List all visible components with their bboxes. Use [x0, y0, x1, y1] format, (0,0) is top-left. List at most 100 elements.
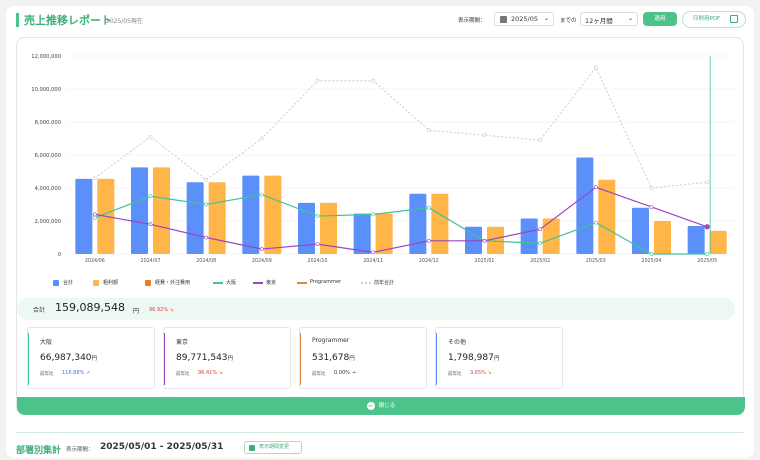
change-period-label: 表示期間変更	[259, 444, 290, 450]
legend-swatch	[145, 280, 151, 286]
apply-button[interactable]: 適用	[643, 12, 677, 26]
range-value: 12ヶ月間	[585, 17, 613, 25]
legend-label: 経費・外注費用	[155, 280, 191, 286]
region-change: 0.00% →	[334, 370, 356, 376]
point-osaka	[315, 214, 320, 218]
bar-total	[353, 213, 371, 254]
point-prev	[371, 78, 376, 83]
x-tick-label: 2025/01	[475, 258, 495, 264]
legend-swatch	[53, 280, 59, 286]
calendar-icon	[500, 16, 507, 23]
close-button[interactable]: − 閉じる	[17, 397, 745, 415]
region-change: 116.88% ↗	[62, 370, 91, 376]
point-osaka	[593, 220, 598, 225]
region-card: 大阪 66,987,340円 前年比 116.88% ↗	[27, 327, 155, 389]
point-tokyo	[259, 247, 264, 251]
bar-gross	[487, 226, 504, 254]
bar-gross	[542, 218, 560, 254]
region-unit: 円	[227, 356, 234, 362]
chart-card: 0 2,000,000 4,000,000 6,000,000 8,000,000 10,…	[16, 37, 745, 415]
close-label: 閉じる	[378, 403, 396, 409]
legend-line	[253, 282, 263, 284]
region-unit: 円	[349, 356, 355, 362]
x-tick-label: 2024/11	[363, 258, 383, 264]
region-change: 3.65% ↘	[470, 370, 492, 376]
legend-line	[361, 282, 371, 284]
point-prev	[649, 186, 654, 190]
title-accent	[16, 13, 19, 27]
region-prev-label: 前年比	[312, 372, 326, 377]
x-tick-label: 2024/10	[308, 258, 328, 264]
point-prev	[259, 136, 264, 141]
point-osaka	[148, 194, 153, 199]
bar-gross	[264, 175, 282, 254]
point-prev	[92, 176, 97, 181]
y-tick-label: 2,000,000	[35, 219, 61, 225]
legend-label: 東京	[266, 280, 277, 286]
x-tick-label: 2024/09	[252, 258, 272, 264]
point-tokyo	[148, 222, 153, 227]
x-tick-label: 2024/12	[419, 258, 439, 264]
region-value: 89,771,543円	[176, 353, 234, 363]
point-osaka	[649, 252, 654, 256]
x-tick-label: 2025/03	[586, 258, 606, 264]
x-tick-label: 2025/05	[697, 258, 717, 264]
y-tick-label: 10,000,000	[31, 87, 61, 93]
bar-total	[409, 193, 427, 254]
legend-label: 粗利額	[103, 280, 119, 286]
legend-line	[297, 282, 307, 284]
bar-gross	[654, 221, 671, 254]
total-unit: 円	[133, 308, 140, 315]
point-tokyo	[649, 205, 654, 209]
section-title: 部署別集計	[16, 446, 62, 456]
x-tick-label: 2024/08	[196, 258, 216, 264]
point-prev	[315, 78, 320, 83]
section-period-label: 表示期間：	[66, 447, 94, 453]
print-pdf-button[interactable]: 印刷用PDF	[682, 11, 746, 28]
sales-chart: 0 2,000,000 4,000,000 6,000,000 8,000,000 10,…	[31, 54, 735, 264]
bar-total	[131, 167, 148, 254]
point-tokyo	[426, 238, 431, 243]
range-select[interactable]: 12ヶ月間 ⌄	[580, 12, 638, 26]
period-label: 表示期間：	[458, 18, 486, 24]
bar-total	[576, 157, 594, 254]
chart-legend: 合計 粗利額 経費・外注費用 大阪 東京 Programmer 前年合計	[17, 278, 745, 288]
region-prev-label: 前年比	[176, 372, 190, 377]
legend-swatch	[93, 280, 99, 286]
page-title: 売上推移レポート	[24, 14, 112, 27]
region-prev-label: 前年比	[40, 372, 54, 377]
point-tokyo	[315, 242, 320, 247]
y-tick-label: 8,000,000	[35, 120, 61, 126]
point-tokyo	[92, 212, 97, 217]
section-period-value: 2025/05/01 - 2025/05/31	[100, 442, 224, 452]
change-period-button[interactable]: 表示期間変更	[244, 441, 302, 454]
bar-total	[687, 225, 705, 254]
month-value: 2025/05	[511, 15, 539, 23]
region-accent	[300, 333, 301, 385]
region-name: Programmer	[312, 337, 350, 344]
region-change: 96.41% ↘	[198, 370, 223, 376]
point-tokyo	[371, 250, 376, 255]
point-osaka	[204, 202, 209, 207]
x-tick-label: 2024/07	[141, 258, 161, 264]
region-accent	[436, 333, 437, 385]
bar-total	[298, 202, 315, 254]
legend-label: 合計	[63, 280, 74, 286]
hover-point	[704, 224, 710, 230]
legend-label: 大阪	[226, 280, 237, 286]
month-select[interactable]: 2025/05 ⌄	[494, 12, 554, 26]
total-summary: 合計 159,089,548 円 96.92% ↘	[17, 298, 735, 320]
chevron-down-icon: ⌄	[543, 15, 549, 22]
bar-total	[632, 207, 649, 254]
point-prev	[148, 134, 153, 139]
point-prev	[705, 180, 710, 185]
report-frame: 売上推移レポート 2025/05現在 表示期間： 2025/05 ⌄ までの 1…	[6, 6, 754, 458]
point-osaka	[371, 212, 376, 217]
legend-label: 前年合計	[374, 280, 395, 286]
total-label: 合計	[33, 307, 46, 314]
point-tokyo	[593, 185, 598, 190]
section-divider	[16, 432, 744, 433]
y-tick-label: 4,000,000	[35, 186, 61, 192]
bar-gross	[709, 230, 727, 254]
y-tick-label: 0	[58, 252, 61, 258]
